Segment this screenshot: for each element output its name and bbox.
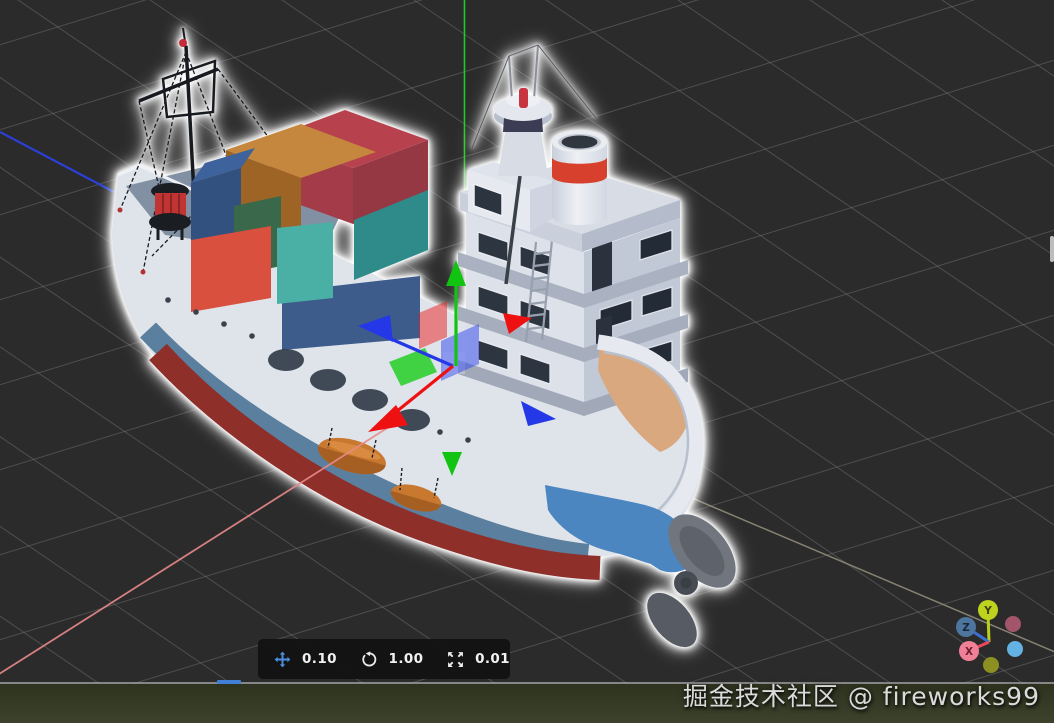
axis-navigation-gizmo[interactable]: Y Z X (930, 580, 1050, 685)
rig-pin (118, 208, 123, 213)
axis-ball-y[interactable]: Y (978, 600, 998, 620)
rig-pin (141, 270, 146, 275)
move-icon (274, 651, 291, 668)
svg-text:Y: Y (983, 605, 992, 617)
rotate-icon (361, 651, 378, 668)
svg-text:X: X (965, 646, 973, 658)
translate-snap-value[interactable]: 0.10 (302, 651, 337, 667)
axis-ball-neg-y[interactable] (983, 657, 999, 673)
video-progress-chip[interactable] (217, 680, 241, 684)
viewport-canvas[interactable]: 0.10 1.00 0.01 (0, 0, 1054, 723)
snap-toolbar: 0.10 1.00 0.01 (258, 639, 510, 679)
rotate-snap-value[interactable]: 1.00 (389, 651, 424, 667)
axis-ball-x[interactable]: X (959, 641, 979, 661)
mast-light (179, 39, 187, 47)
axis-ball-neg-z[interactable] (1007, 641, 1023, 657)
scale-icon (447, 651, 464, 668)
scrollbar-thumb[interactable] (1050, 236, 1054, 262)
translate-snap-button[interactable] (272, 649, 293, 670)
rotate-snap-button[interactable] (359, 649, 380, 670)
scale-snap-value[interactable]: 0.01 (475, 651, 510, 667)
axis-ball-z[interactable]: Z (956, 617, 976, 637)
svg-text:Z: Z (962, 622, 970, 634)
scale-snap-button[interactable] (445, 649, 466, 670)
world-z-axis-line (0, 132, 114, 192)
watermark-text: 掘金技术社区 @ fireworks99 (683, 677, 1040, 713)
axis-ball-neg-x[interactable] (1005, 616, 1021, 632)
